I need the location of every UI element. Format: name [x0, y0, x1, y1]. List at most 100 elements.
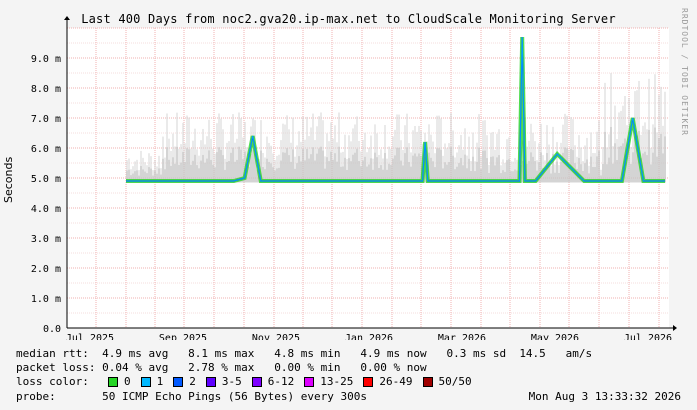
- smoke-mark: [604, 131, 606, 183]
- smoke-mark: [632, 152, 634, 183]
- y-tick-label: 7.0 m: [31, 114, 61, 125]
- y-tick-label: 1.0 m: [31, 294, 61, 305]
- smoke-mark: [282, 152, 284, 183]
- smoke-mark: [430, 157, 432, 183]
- smoke-mark: [472, 156, 474, 183]
- legend-swatch: [108, 376, 118, 387]
- smoke-mark: [222, 155, 224, 183]
- smoke-mark: [654, 127, 656, 183]
- smoke-mark: [334, 153, 336, 183]
- y-tick-label: 5.0 m: [31, 174, 61, 185]
- smoke-mark: [648, 129, 650, 183]
- smoke-mark: [162, 158, 164, 183]
- smoke-mark: [322, 150, 324, 183]
- smoke-mark: [652, 152, 654, 183]
- x-tick-label: Jul 2026: [624, 333, 672, 340]
- smoke-mark: [318, 148, 320, 183]
- smoke-mark: [166, 147, 168, 183]
- smokeping-graph: Last 400 Days from noc2.gva20.ip-max.net…: [0, 0, 697, 410]
- smoke-mark: [464, 154, 466, 183]
- x-tick-label: Mar 2026: [438, 333, 486, 340]
- smoke-mark: [344, 157, 346, 183]
- graph-timestamp: Mon Aug 3 13:33:32 2026: [528, 390, 681, 403]
- smoke-mark: [660, 133, 662, 183]
- probe-info: probe: 50 ICMP Echo Pings (56 Bytes) eve…: [16, 390, 367, 403]
- smoke-mark: [598, 150, 600, 183]
- smoke-mark: [206, 158, 208, 183]
- legend-swatch: [251, 376, 262, 387]
- legend-swatch: [422, 376, 433, 387]
- legend-label: 2: [189, 375, 196, 388]
- smoke-mark: [450, 147, 452, 183]
- legend-item: 2: [173, 375, 196, 388]
- x-tick-label: Jul 2025: [66, 333, 114, 340]
- legend-swatch: [205, 376, 216, 387]
- legend-item: 13-25: [304, 375, 353, 388]
- smoke-mark: [498, 155, 500, 183]
- smoke-mark: [646, 155, 648, 183]
- legend-item: 3-5: [205, 375, 242, 388]
- smoke-mark: [404, 153, 406, 183]
- smoke-mark: [284, 152, 286, 183]
- smoke-mark: [186, 148, 188, 183]
- smoke-mark: [532, 156, 534, 183]
- smoke-mark: [352, 154, 354, 183]
- y-axis-arrow: [64, 16, 70, 20]
- smoke-mark: [354, 152, 356, 183]
- smoke-mark: [286, 148, 288, 183]
- smoke-mark: [550, 173, 552, 183]
- smoke-mark: [530, 152, 532, 183]
- median-rtt-stats: median rtt: 4.9 ms avg 8.1 ms max 4.8 ms…: [16, 347, 593, 360]
- smoke-mark: [656, 156, 658, 183]
- smoke-mark: [338, 146, 340, 183]
- smoke-mark: [220, 149, 222, 183]
- packet-loss-stats: packet loss: 0.04 % avg 2.78 % max 0.00 …: [16, 361, 427, 374]
- smoke-mark: [218, 147, 220, 183]
- smoke-mark: [556, 161, 558, 183]
- smoke-mark: [590, 156, 592, 183]
- smoke-mark: [496, 157, 498, 183]
- legend-swatch: [363, 376, 374, 387]
- legend-label: 1: [156, 375, 164, 388]
- smoke-mark: [374, 152, 376, 183]
- smoke-mark: [560, 161, 562, 183]
- smoke-mark: [412, 155, 414, 183]
- smoke-mark: [308, 158, 310, 183]
- smoke-mark: [194, 154, 196, 183]
- smoke-mark: [298, 156, 300, 183]
- smoke-mark: [176, 146, 178, 183]
- legend-title: loss color:: [16, 375, 89, 388]
- smoke-mark: [596, 156, 598, 183]
- smoke-mark: [302, 148, 304, 183]
- smoke-mark: [182, 151, 184, 183]
- smoke-mark: [440, 149, 442, 183]
- smoke-mark: [572, 150, 574, 183]
- smoke-mark: [238, 146, 240, 183]
- smoke-mark: [436, 148, 438, 183]
- smoke-mark: [348, 158, 350, 183]
- smoke-mark: [492, 156, 494, 183]
- legend-item: 50/50: [422, 375, 472, 388]
- y-tick-label: 3.0 m: [31, 234, 61, 245]
- legend-label: 3-5: [221, 375, 242, 388]
- latency-chart: 0.0 1.0 m 2.0 m 3.0 m 4.0 m 5.0 m 6.0 m 7.0 m 8.…: [31, 16, 677, 340]
- legend-label: 13-25: [320, 375, 354, 388]
- legend-item: 1: [140, 375, 164, 388]
- smoke-mark: [658, 138, 660, 183]
- smoke-mark: [468, 158, 470, 183]
- legend-swatch: [173, 376, 184, 387]
- smoke-mark: [172, 157, 174, 183]
- x-tick-label: Sep 2025: [159, 333, 207, 340]
- smoke-mark: [230, 152, 232, 183]
- smoke-mark: [662, 153, 664, 183]
- smoke-mark: [356, 148, 358, 183]
- smoke-mark: [292, 149, 294, 183]
- smoke-mark: [558, 173, 560, 183]
- smoke-mark: [364, 156, 366, 183]
- legend-label: 26-49: [379, 375, 413, 388]
- legend-label: 6-12: [267, 375, 295, 388]
- legend-swatch: [304, 376, 315, 387]
- smoke-mark: [610, 127, 612, 183]
- smoke-mark: [312, 147, 314, 183]
- smoke-mark: [484, 150, 486, 183]
